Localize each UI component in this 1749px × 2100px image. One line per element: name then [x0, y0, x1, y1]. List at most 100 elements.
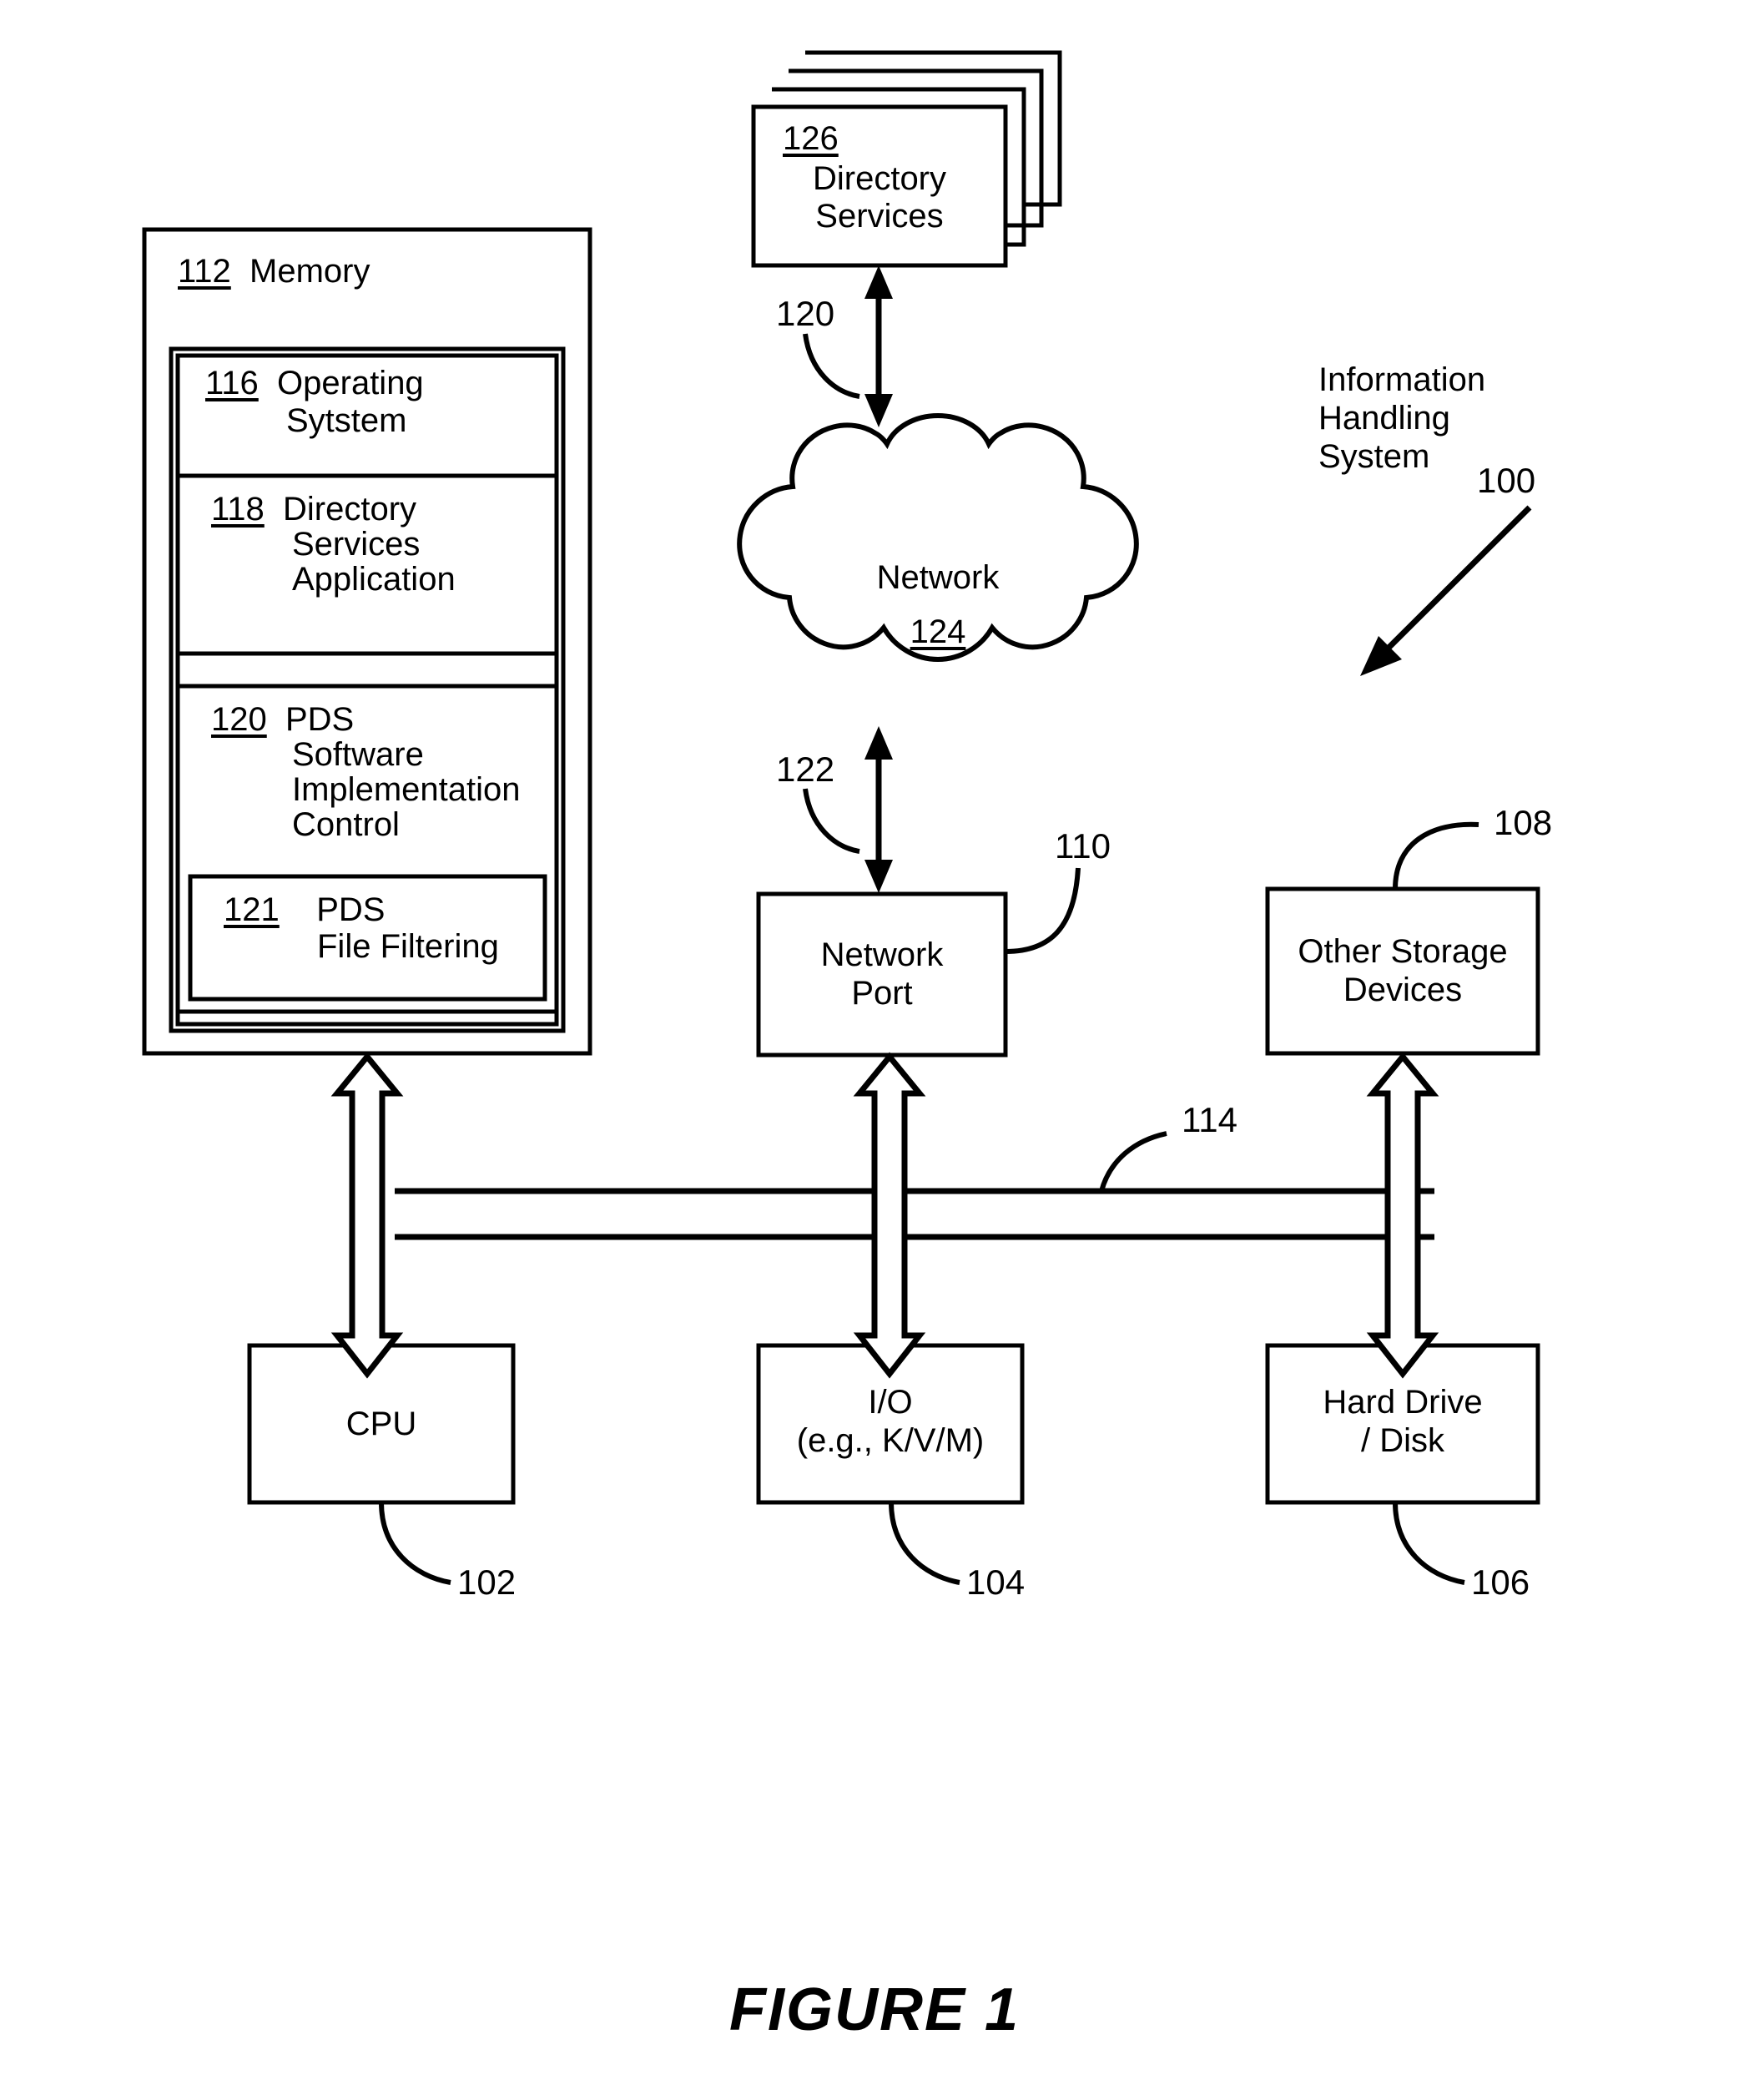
system-ref-text: 100	[1477, 461, 1536, 500]
io-line-2: (e.g., K/V/M)	[796, 1422, 985, 1459]
io-line-1: I/O	[868, 1384, 913, 1421]
ds-stack-ref: 126	[783, 120, 839, 157]
hard-drive-line-1-row: Hard Drive	[1268, 1384, 1538, 1421]
leader-106	[1393, 1502, 1465, 1585]
leader-108	[1393, 821, 1479, 890]
other-storage-line-1: Other Storage	[1298, 933, 1508, 970]
leader-label-122: 122	[776, 750, 834, 789]
ds-stack-line-1-row: Directory	[754, 160, 1006, 198]
hard-drive-line-2: / Disk	[1361, 1422, 1444, 1459]
bus-arrow-storage-hdd	[1366, 1052, 1439, 1379]
pds-control-line-4-row: Control	[292, 806, 400, 844]
system-name-line-2-row: Handling	[1318, 399, 1450, 438]
system-pointer-shaft	[1370, 505, 1532, 666]
leader-label-102: 102	[457, 1562, 516, 1602]
dsa-line-2-row: Services	[292, 526, 420, 563]
leader-102-text: 102	[457, 1562, 517, 1602]
pds-control-line-2: Software	[292, 736, 424, 773]
memory-title: 112 Memory	[178, 253, 370, 290]
hard-drive-line-1: Hard Drive	[1323, 1384, 1483, 1421]
leader-label-108: 108	[1494, 803, 1552, 842]
network-port-line-2-row: Port	[759, 975, 1006, 1012]
link-cloud-port-arrowhead-down	[864, 860, 893, 893]
leader-110	[1005, 867, 1081, 954]
network-port-line-1-row: Network	[759, 936, 1006, 974]
dsa-line-3: Application	[292, 561, 456, 598]
leader-104	[889, 1502, 960, 1585]
dsa-line-2: Services	[292, 526, 421, 563]
ds-stack-line-2-row: Services	[754, 198, 1006, 235]
leader-label-120: 120	[776, 294, 834, 333]
leader-label-104: 104	[966, 1562, 1025, 1602]
other-storage-line-2: Devices	[1343, 972, 1463, 1008]
link-cloud-port-arrowhead-up	[864, 726, 893, 760]
pdsff-line-2: File Filtering	[317, 928, 499, 965]
pds-control-line-2-row: Software	[292, 736, 424, 774]
bus-arrow-memory-cpu	[330, 1052, 404, 1379]
other-storage-line-1-row: Other Storage	[1268, 933, 1538, 971]
leader-122-link	[803, 788, 860, 854]
memory-ref: 112	[178, 253, 231, 290]
directory-services-application-label: 118 Directory	[211, 491, 416, 528]
memory-label: Memory	[249, 253, 370, 290]
leader-114	[1099, 1131, 1167, 1192]
operating-system-label: 116 Operating	[205, 365, 424, 402]
link-ds-cloud-arrowhead-down	[864, 394, 893, 427]
operating-system-line-2-row: Sytstem	[286, 402, 406, 440]
bus-arrow-port-io	[853, 1052, 926, 1379]
figure-caption: FIGURE 1	[0, 1976, 1749, 2044]
patent-figure-1: 112 Memory 116 Operating Sytstem 118 Dir…	[0, 0, 1749, 2100]
leader-label-106: 106	[1471, 1562, 1530, 1602]
cpu-line-1: CPU	[345, 1406, 417, 1442]
leader-102	[379, 1502, 451, 1585]
operating-system-line-1: Operating	[277, 365, 424, 401]
pds-control-ref: 120	[211, 701, 267, 738]
system-name-line-1: Information	[1318, 361, 1486, 398]
operating-system-line-2: Sytstem	[286, 402, 407, 439]
pds-control-line-1: PDS	[285, 701, 355, 738]
cpu-line-1-row: CPU	[249, 1406, 513, 1443]
leader-114-text: 114	[1182, 1100, 1237, 1139]
io-line-2-row: (e.g., K/V/M)	[759, 1422, 1022, 1460]
figure-line-art	[142, 50, 1540, 1585]
leader-120-link	[803, 333, 860, 399]
leader-108-text: 108	[1494, 803, 1553, 842]
leader-106-text: 106	[1471, 1562, 1530, 1602]
other-storage-line-2-row: Devices	[1268, 972, 1538, 1009]
directory-services-application-ref: 118	[211, 491, 265, 528]
leader-110-text: 110	[1055, 826, 1111, 866]
network-port-line-2: Port	[851, 975, 913, 1012]
pdsff-line-1: PDS	[316, 891, 386, 928]
leader-104-text: 104	[966, 1562, 1026, 1602]
leader-label-110: 110	[1055, 826, 1111, 866]
network-cloud-ref-row: 124	[813, 613, 1063, 651]
leader-120-text: 120	[776, 294, 835, 333]
hard-drive-line-2-row: / Disk	[1268, 1422, 1538, 1460]
system-ref-label: 100	[1477, 461, 1535, 500]
operating-system-ref: 116	[205, 365, 259, 401]
pds-control-line-3-row: Implementation	[292, 771, 520, 809]
link-ds-cloud-arrowhead-up	[864, 265, 893, 299]
io-line-1-row: I/O	[759, 1384, 1022, 1421]
figure-caption-text: FIGURE 1	[728, 1976, 1021, 2043]
pdsff-line-2-row: File Filtering	[317, 928, 499, 966]
pds-file-filtering-label: 121 PDS	[224, 891, 385, 929]
ds-stack-line-1: Directory	[812, 160, 947, 197]
pds-control-line-3: Implementation	[292, 771, 521, 808]
dsa-line-3-row: Application	[292, 561, 456, 598]
system-name-line-3-row: System	[1318, 437, 1429, 477]
system-name-line-2: Handling	[1318, 400, 1450, 437]
network-cloud-title: Network	[876, 559, 1000, 596]
system-name-label: Information	[1318, 361, 1485, 400]
leader-122-text: 122	[776, 750, 835, 789]
ds-stack-line-2: Services	[815, 198, 944, 235]
pds-file-filtering-ref: 121	[224, 891, 280, 928]
network-port-line-1: Network	[820, 936, 944, 973]
pds-control-label: 120 PDS	[211, 701, 354, 739]
leader-label-114: 114	[1182, 1100, 1237, 1139]
dsa-line-1: Directory	[283, 491, 417, 528]
pds-control-line-4: Control	[292, 806, 400, 843]
ds-stack-ref-row: 126	[783, 120, 839, 158]
network-cloud-title-row: Network	[813, 559, 1063, 597]
network-cloud-ref: 124	[910, 613, 966, 650]
